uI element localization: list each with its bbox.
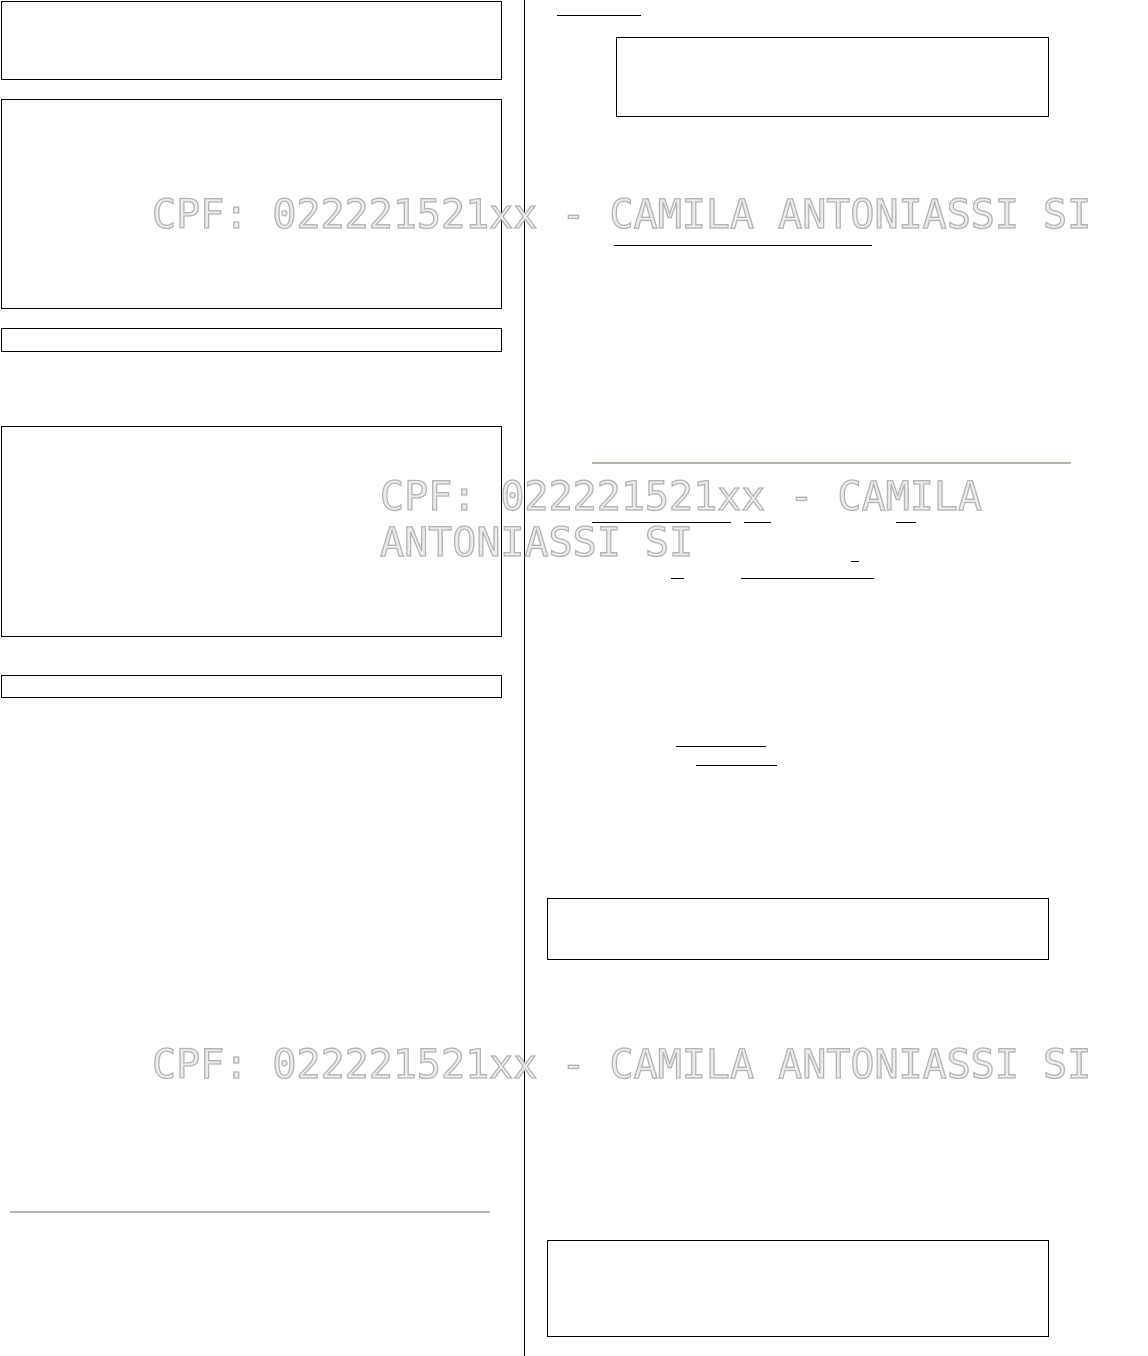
blank-line <box>614 245 872 246</box>
answer-box <box>1 1 502 80</box>
blank-line <box>671 578 684 579</box>
answer-box <box>1 675 502 698</box>
answer-box <box>547 898 1049 960</box>
blank-line <box>557 15 641 16</box>
section-rule <box>592 462 1071 464</box>
section-rule <box>10 1211 490 1213</box>
watermark-text: CPF: 022221521xx - CAMILA ANTONIASSI SI <box>151 1041 1092 1088</box>
column-divider <box>524 0 525 1356</box>
blank-line <box>744 522 771 523</box>
blank-line <box>851 561 859 562</box>
blank-line <box>592 522 731 523</box>
blank-line <box>741 578 874 579</box>
blank-line <box>896 522 916 523</box>
answer-box <box>1 99 502 309</box>
blank-line <box>696 765 777 766</box>
answer-box <box>616 37 1049 117</box>
answer-box <box>1 426 502 637</box>
answer-box <box>1 328 502 352</box>
answer-box <box>547 1240 1049 1337</box>
blank-line <box>676 746 766 747</box>
